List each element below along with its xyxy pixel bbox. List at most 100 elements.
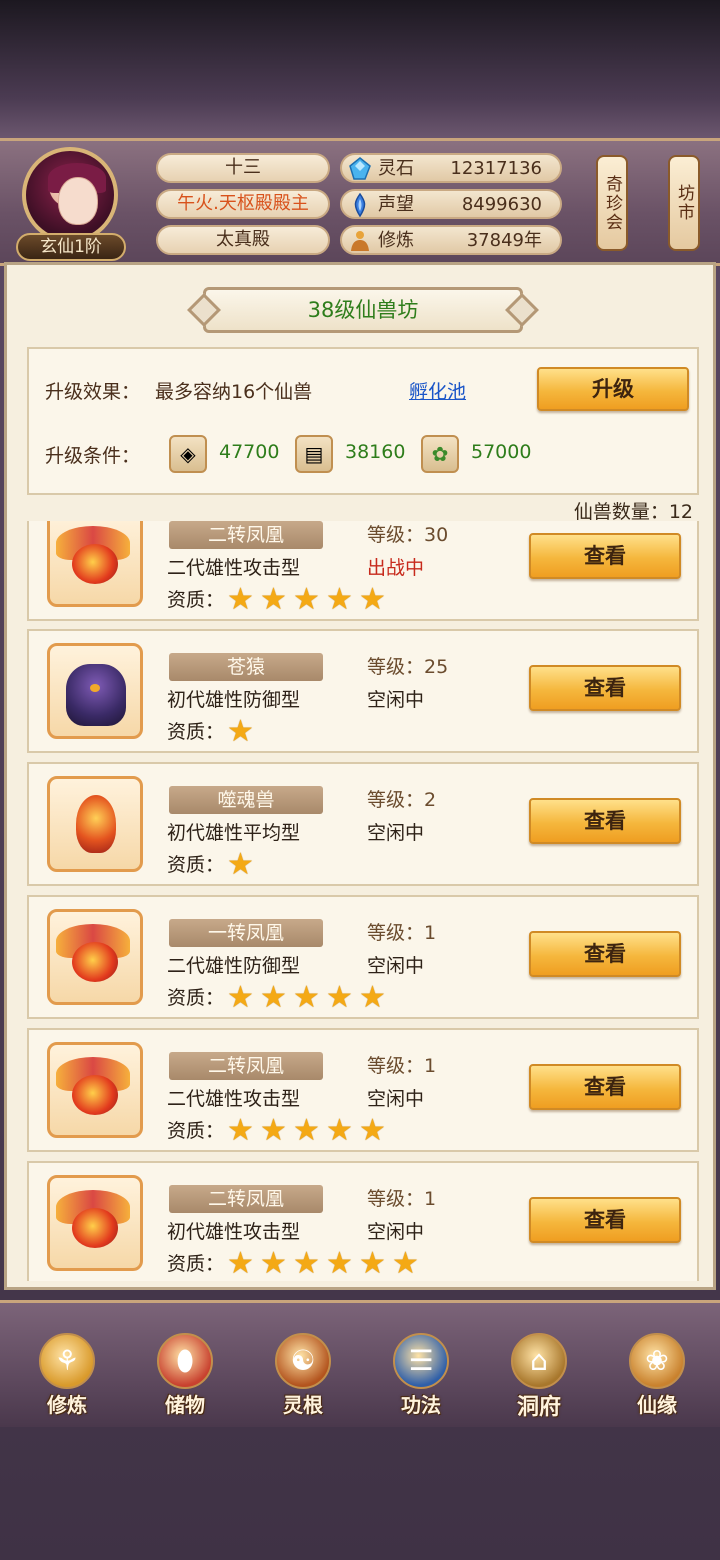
prestige-icon <box>354 193 366 217</box>
phoenix-portrait-icon[interactable] <box>47 1042 143 1138</box>
star-icon: ★ <box>293 980 320 1015</box>
resource-value: 8499630 <box>461 194 542 215</box>
upgrade-button[interactable]: 升级 <box>537 367 689 411</box>
pet-level: 等级：25 <box>367 656 449 678</box>
phoenix-portrait-icon[interactable] <box>47 909 143 1005</box>
pet-name: 噬魂兽 <box>169 786 323 814</box>
bottom-nav: ⚘ 修炼 ⬮ 储物 ☯ 灵根 ☰ 功法 ⌂ 洞府 ❀ 仙缘 <box>0 1300 720 1427</box>
wood-icon: ▤ <box>295 435 333 473</box>
upgrade-effect-value: 最多容纳16个仙兽 <box>155 381 313 403</box>
star-icon: ★ <box>293 582 320 617</box>
cultivate-icon: ⚘ <box>39 1333 95 1389</box>
quality-label: 资质： <box>167 1253 225 1275</box>
resource-value: 12317136 <box>450 158 542 179</box>
nav-item-scripture-book[interactable]: ☰ 功法 <box>376 1327 466 1423</box>
panel-title: 38级仙兽坊 <box>203 287 523 333</box>
scripture-book-icon: ☰ <box>393 1333 449 1389</box>
star-icon: ★ <box>227 847 254 882</box>
hatch-pool-link[interactable]: 孵化池 <box>409 377 466 404</box>
view-pet-button[interactable]: 查看 <box>529 1064 681 1110</box>
view-pet-button[interactable]: 查看 <box>529 665 681 711</box>
pet-status: 空闲中 <box>367 822 425 844</box>
view-pet-button[interactable]: 查看 <box>529 1197 681 1243</box>
pet-name: 二转凤凰 <box>169 521 323 549</box>
player-header: 玄仙1阶 十三 午火.天枢殿殿主 太真殿 灵石 12317136 声望 8499… <box>0 138 720 266</box>
material-value: 57000 <box>471 441 532 463</box>
pet-type: 二代雄性防御型 <box>167 955 301 977</box>
pet-card: 二转凤凰 等级：1 二代雄性攻击型 空闲中 资质： ★ ★ ★ ★ ★ 查看 <box>27 1028 699 1152</box>
resource-cultivation: 修炼 37849年 <box>340 225 562 255</box>
nav-item-storage-bag[interactable]: ⬮ 储物 <box>140 1327 230 1423</box>
pet-name: 二转凤凰 <box>169 1052 323 1080</box>
cave-palace-icon: ⌂ <box>511 1333 567 1389</box>
phoenix-portrait-icon[interactable] <box>47 521 143 607</box>
pet-level: 等级：30 <box>367 524 449 546</box>
nav-label: 修炼 <box>47 1393 87 1417</box>
pet-level: 等级：1 <box>367 1055 437 1077</box>
star-icon: ★ <box>326 1113 353 1148</box>
cultivation-icon <box>351 231 369 251</box>
star-icon: ★ <box>326 1246 353 1281</box>
view-pet-button[interactable]: 查看 <box>529 533 681 579</box>
pet-level: 等级：1 <box>367 922 437 944</box>
gourd-icon: ❀ <box>629 1333 685 1389</box>
view-pet-button[interactable]: 查看 <box>529 931 681 977</box>
nav-label: 灵根 <box>283 1393 323 1417</box>
market-button[interactable]: 坊市 <box>668 155 700 251</box>
phoenix-portrait-icon[interactable] <box>47 1175 143 1271</box>
star-icon: ★ <box>293 1246 320 1281</box>
quality-label: 资质： <box>167 721 225 743</box>
star-icon: ★ <box>359 1246 386 1281</box>
player-sect: 太真殿 <box>156 225 330 255</box>
pet-type: 初代雄性攻击型 <box>167 1221 301 1243</box>
pet-list[interactable]: 二转凤凰 等级：30 二代雄性攻击型 出战中 资质： ★ ★ ★ ★ ★ 查看 苍猿 等级：25 初代雄性… <box>27 521 699 1281</box>
storage-bag-icon: ⬮ <box>157 1333 213 1389</box>
pet-count: 仙兽数量：12 <box>573 501 693 523</box>
beast-workshop-panel: 38级仙兽坊 升级效果： 最多容纳16个仙兽 孵化池 升级 升级条件： ◈ 47… <box>4 262 716 1290</box>
pet-name: 二转凤凰 <box>169 1185 323 1213</box>
nav-label: 洞府 <box>516 1395 561 1420</box>
nav-item-spirit-root[interactable]: ☯ 灵根 <box>258 1327 348 1423</box>
pet-level: 等级：1 <box>367 1188 437 1210</box>
quality-stars: ★ <box>227 850 260 880</box>
star-icon: ★ <box>359 1113 386 1148</box>
pet-card: 苍猿 等级：25 初代雄性防御型 空闲中 资质： ★ 查看 <box>27 629 699 753</box>
nav-label: 储物 <box>165 1393 205 1417</box>
player-avatar[interactable]: 玄仙1阶 <box>16 147 126 261</box>
nav-item-cultivate[interactable]: ⚘ 修炼 <box>22 1327 112 1423</box>
spirit-stone-icon <box>349 157 371 180</box>
star-icon: ★ <box>326 980 353 1015</box>
treasure-fair-button[interactable]: 奇珍会 <box>596 155 628 251</box>
nav-item-cave-palace[interactable]: ⌂ 洞府 <box>494 1327 584 1423</box>
pet-card: 二转凤凰 等级：30 二代雄性攻击型 出战中 资质： ★ ★ ★ ★ ★ 查看 <box>27 521 699 621</box>
avatar-frame <box>22 147 118 243</box>
material-value: 47700 <box>219 441 280 463</box>
quality-stars: ★ <box>227 717 260 747</box>
nav-label: 功法 <box>401 1393 441 1417</box>
quality-label: 资质： <box>167 987 225 1009</box>
pet-status: 空闲中 <box>367 1221 425 1243</box>
resource-name: 灵石 <box>378 158 414 179</box>
star-icon: ★ <box>227 1113 254 1148</box>
soul-portrait-icon[interactable] <box>47 776 143 872</box>
pet-name: 一转凤凰 <box>169 919 323 947</box>
spirit-root-icon: ☯ <box>275 1333 331 1389</box>
pet-status: 空闲中 <box>367 689 425 711</box>
quality-stars: ★ ★ ★ ★ ★ ★ <box>227 1249 425 1279</box>
pet-status: 空闲中 <box>367 1088 425 1110</box>
nav-item-gourd[interactable]: ❀ 仙缘 <box>612 1327 702 1423</box>
pet-card: 一转凤凰 等级：1 二代雄性防御型 空闲中 资质： ★ ★ ★ ★ ★ 查看 <box>27 895 699 1019</box>
upgrade-box: 升级效果： 最多容纳16个仙兽 孵化池 升级 升级条件： ◈ 47700 ▤ 3… <box>27 347 699 495</box>
nav-label: 仙缘 <box>637 1393 677 1417</box>
top-decoration <box>0 0 720 140</box>
pet-status: 出战中 <box>367 557 425 579</box>
star-icon: ★ <box>227 980 254 1015</box>
quality-label: 资质： <box>167 854 225 876</box>
pet-type: 初代雄性防御型 <box>167 689 301 711</box>
player-name: 十三 <box>156 153 330 183</box>
view-pet-button[interactable]: 查看 <box>529 798 681 844</box>
ore-icon: ◈ <box>169 435 207 473</box>
ape-portrait-icon[interactable] <box>47 643 143 739</box>
resource-prestige: 声望 8499630 <box>340 189 562 219</box>
star-icon: ★ <box>227 1246 254 1281</box>
